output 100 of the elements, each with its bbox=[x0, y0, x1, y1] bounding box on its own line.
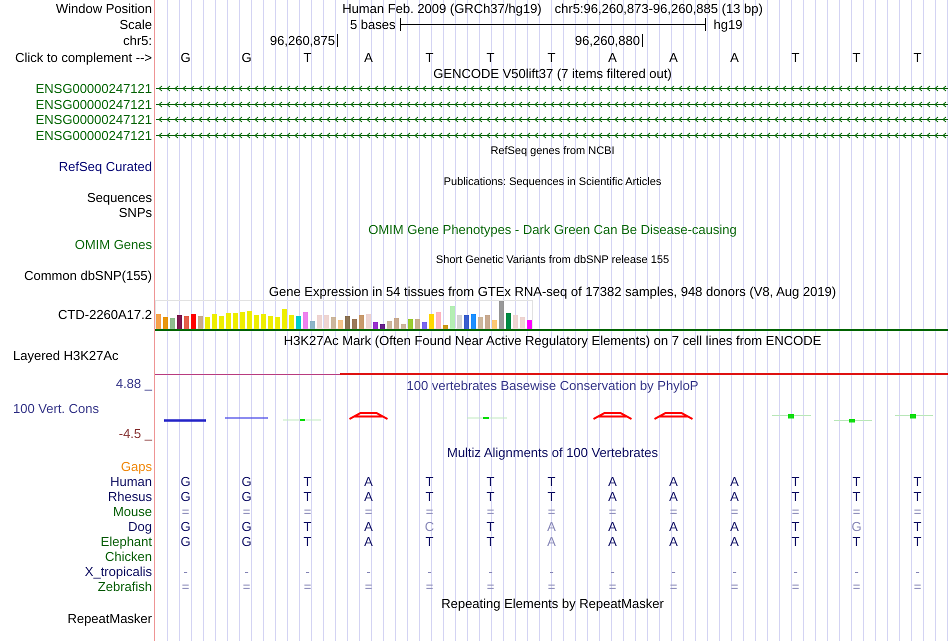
axis-label: -4.5 _ bbox=[118, 428, 152, 440]
expression-bar bbox=[219, 316, 224, 329]
row-label: Window Position bbox=[56, 0, 152, 16]
alignment-base: = bbox=[608, 504, 616, 519]
expression-bar bbox=[478, 317, 483, 329]
expression-bar bbox=[156, 314, 161, 329]
position-text: chr5:96,260,873-96,260,885 (13 bp) bbox=[554, 0, 763, 16]
base-letter: A bbox=[608, 50, 617, 64]
gene-label: ENSG00000247121 bbox=[36, 112, 152, 128]
expression-bar bbox=[415, 319, 420, 329]
expression-bar bbox=[499, 301, 504, 329]
track-title: Publications: Sequences in Scientific Articles bbox=[444, 176, 662, 188]
alignment-base: T bbox=[792, 474, 800, 489]
base-letter: T bbox=[914, 50, 922, 64]
alignment-base: A bbox=[608, 474, 617, 489]
expression-bar bbox=[387, 321, 392, 329]
track-title: 100 vertebrates Basewise Conservation by PhyloP bbox=[406, 379, 698, 393]
alignment-base: - bbox=[793, 564, 798, 579]
alignment-base: - bbox=[915, 564, 920, 579]
alignment-base: T bbox=[486, 534, 494, 549]
conservation-point bbox=[772, 414, 812, 418]
expression-bar bbox=[324, 315, 329, 329]
alignment-base: - bbox=[671, 564, 676, 579]
alignment-base: G bbox=[241, 519, 252, 534]
alignment-base: T bbox=[304, 489, 312, 504]
alignment-base: T bbox=[792, 489, 800, 504]
alignment-base: A bbox=[669, 534, 678, 549]
alignment-base: = bbox=[792, 504, 800, 519]
alignment-base: = bbox=[304, 504, 312, 519]
alignment-base: A bbox=[669, 519, 678, 534]
alignment-base: T bbox=[914, 474, 922, 489]
conservation-peak bbox=[654, 412, 694, 420]
alignment-base: = bbox=[242, 504, 250, 519]
expression-bar bbox=[485, 315, 490, 329]
conservation-peak bbox=[348, 412, 388, 420]
track-label: RepeatMasker bbox=[67, 611, 152, 626]
expression-bar bbox=[520, 317, 525, 329]
alignment-base: T bbox=[486, 474, 494, 489]
expression-bar bbox=[170, 318, 175, 329]
alignment-base: = bbox=[182, 579, 190, 594]
species-label: Elephant bbox=[100, 534, 152, 549]
base-letter: T bbox=[852, 50, 860, 64]
alignment-base: T bbox=[792, 519, 800, 534]
expression-bar bbox=[352, 319, 357, 329]
alignment-base: - bbox=[549, 564, 554, 579]
expression-bar bbox=[303, 312, 308, 329]
base-letter: T bbox=[548, 50, 556, 64]
alignment-base: = bbox=[852, 504, 860, 519]
alignment-base: A bbox=[730, 474, 739, 489]
conservation-point bbox=[894, 414, 934, 418]
alignment-base: A bbox=[364, 474, 373, 489]
assembly-title: Human Feb. 2009 (GRCh37/hg19) bbox=[342, 0, 542, 16]
alignment-base: A bbox=[730, 489, 739, 504]
alignment-base: = bbox=[730, 579, 738, 594]
row-label: Scale bbox=[119, 16, 152, 32]
alignment-base: T bbox=[548, 474, 556, 489]
alignment-base: A bbox=[730, 534, 739, 549]
expression-bar bbox=[331, 317, 336, 329]
expression-bar bbox=[212, 314, 217, 329]
track-label: 100 Vert. Cons bbox=[13, 403, 99, 415]
scale-length-label: 5 bases bbox=[350, 16, 396, 32]
alignment-base: T bbox=[852, 489, 860, 504]
alignment-base: - bbox=[427, 564, 432, 579]
track-label: Gaps bbox=[120, 460, 152, 474]
alignment-base: - bbox=[366, 564, 371, 579]
alignment-base: = bbox=[792, 579, 800, 594]
expression-bar bbox=[422, 322, 427, 329]
track-label: SNPs bbox=[118, 205, 152, 220]
expression-bar bbox=[359, 315, 364, 329]
alignment-base: T bbox=[486, 489, 494, 504]
alignment-base: T bbox=[914, 489, 922, 504]
alignment-base: = bbox=[182, 504, 190, 519]
expression-bar bbox=[254, 315, 259, 329]
track-title: Short Genetic Variants from dbSNP release 155 bbox=[436, 254, 670, 266]
species-label: Dog bbox=[128, 519, 152, 534]
expression-bar bbox=[268, 316, 273, 329]
alignment-base: A bbox=[669, 474, 678, 489]
track-label: OMIM Genes bbox=[74, 237, 152, 252]
expression-bar bbox=[394, 318, 399, 329]
expression-bar bbox=[471, 314, 476, 329]
expression-bar bbox=[282, 309, 287, 329]
base-letter: A bbox=[364, 50, 373, 64]
base-letter: A bbox=[730, 50, 739, 64]
species-label: Rhesus bbox=[108, 489, 152, 504]
alignment-base: G bbox=[180, 474, 191, 489]
species-label: Human bbox=[110, 474, 152, 489]
expression-bar bbox=[401, 324, 406, 329]
alignment-base: = bbox=[670, 579, 678, 594]
expression-bar bbox=[233, 313, 238, 329]
expression-bar bbox=[464, 315, 469, 329]
species-label: Zebrafish bbox=[98, 579, 152, 594]
expression-bar bbox=[275, 317, 280, 329]
alignment-base: = bbox=[486, 504, 494, 519]
alignment-base: T bbox=[426, 534, 434, 549]
alignment-base: G bbox=[180, 519, 191, 534]
base-letter: G bbox=[241, 50, 252, 64]
alignment-base: G bbox=[241, 489, 252, 504]
alignment-base: A bbox=[547, 519, 556, 534]
alignment-base: T bbox=[426, 489, 434, 504]
alignment-base: - bbox=[244, 564, 249, 579]
